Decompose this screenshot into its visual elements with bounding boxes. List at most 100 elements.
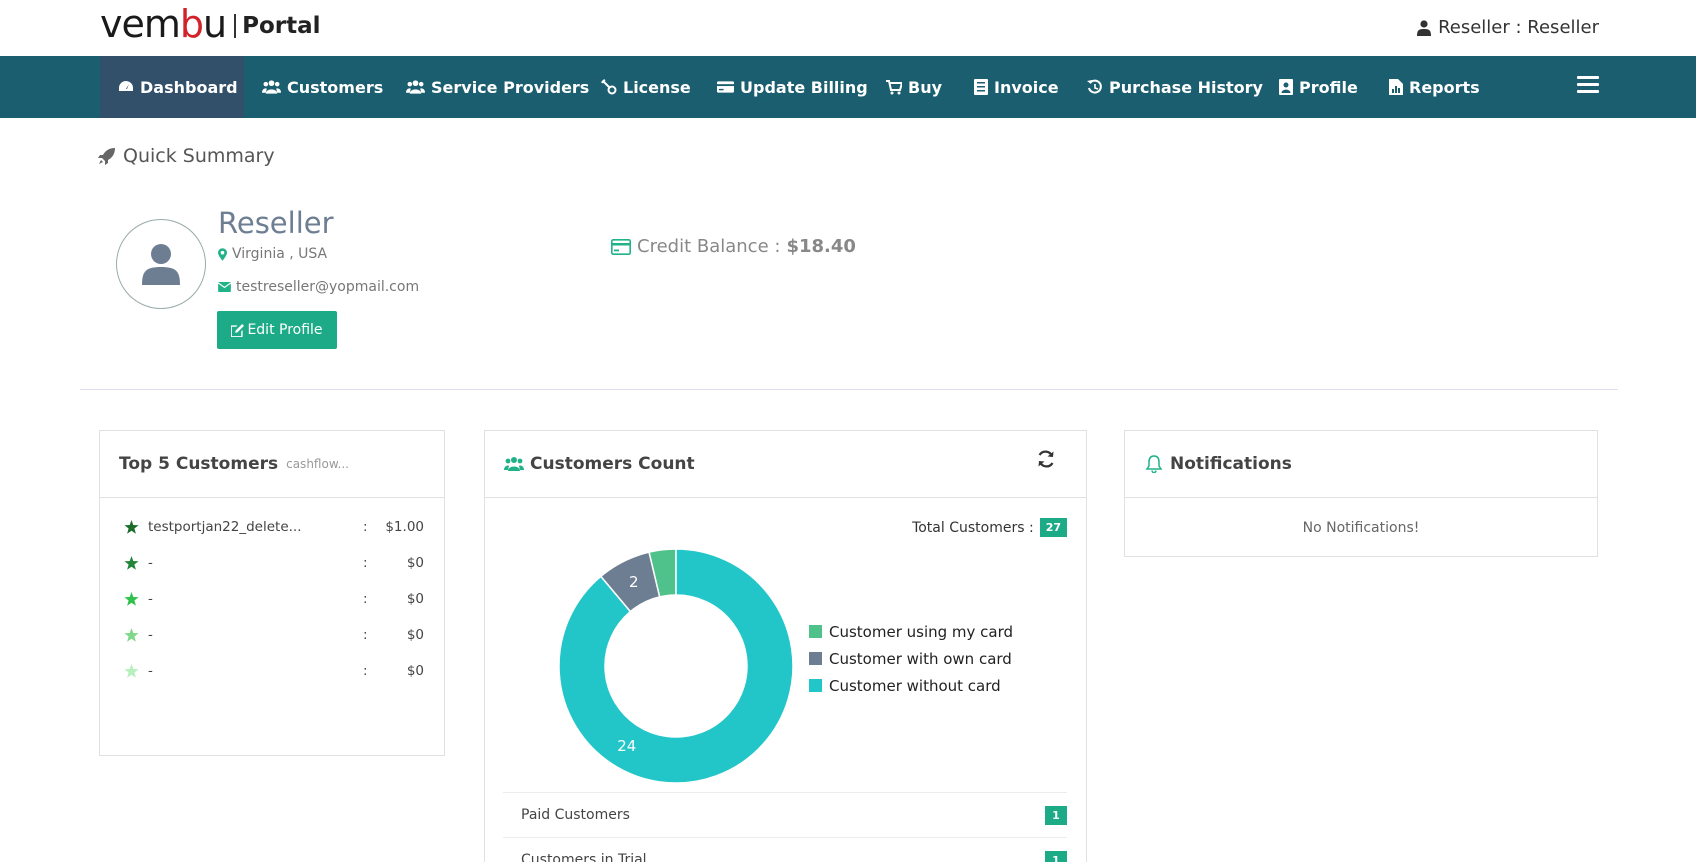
top5-separator: : [363, 519, 368, 535]
top5-row[interactable]: -: $0 [124, 553, 424, 573]
dashboard-icon [119, 81, 133, 91]
avatar [116, 219, 206, 309]
nav-profile[interactable]: Profile [1279, 56, 1358, 118]
top5-customer-value: $0 [406, 591, 424, 607]
section-divider [80, 389, 1618, 390]
credit-card-icon [717, 81, 734, 93]
nav-customers-label: Customers [287, 77, 384, 97]
nav-reports[interactable]: Reports [1389, 56, 1480, 118]
top5-row[interactable]: testportjan22_delete...: $1.00 [124, 517, 424, 537]
nav-dashboard-label: Dashboard [140, 77, 238, 97]
legend-label: Customer using my card [829, 622, 1014, 641]
top5-subtitle[interactable]: cashflow... [286, 457, 349, 471]
legend-item-without-card[interactable]: Customer without card [809, 672, 1013, 699]
top5-customer-name: - [148, 555, 153, 571]
credit-balance: Credit Balance : $18.40 [611, 236, 856, 257]
credit-balance-label: Credit Balance : [637, 236, 781, 257]
legend-label: Customer without card [829, 676, 1001, 695]
nav-purchase-history[interactable]: Purchase History [1087, 56, 1263, 118]
customers-count-header: Customers Count [485, 431, 1086, 498]
users-icon [406, 80, 425, 94]
notifications-title: Notifications [1170, 454, 1292, 474]
chart-legend: Customer using my card Customer with own… [809, 618, 1013, 699]
profile-location-text: Virginia , USA [232, 246, 328, 262]
notifications-panel: Notifications No Notifications! [1124, 430, 1598, 557]
logo-divider [234, 14, 237, 38]
edit-profile-button[interactable]: Edit Profile [217, 311, 337, 349]
top-header: vembu Portal Reseller : Reseller [0, 0, 1696, 56]
nav-service-providers-label: Service Providers [431, 77, 590, 97]
legend-swatch [809, 679, 822, 692]
profile-icon [1279, 79, 1293, 95]
bell-icon [1145, 455, 1163, 473]
top5-panel-header: Top 5 Customers cashflow... [100, 431, 444, 498]
star-icon [124, 591, 139, 606]
refresh-icon[interactable] [1036, 449, 1056, 469]
profile-location: Virginia , USA [218, 246, 327, 262]
credit-card-icon [611, 238, 631, 255]
quick-summary-title: Quick Summary [98, 145, 275, 167]
rocket-icon [98, 148, 115, 165]
trial-customers-label: Customers in Trial [521, 852, 647, 862]
nav-buy[interactable]: Buy [886, 56, 942, 118]
nav-dashboard[interactable]: Dashboard [100, 56, 244, 118]
quick-summary-label: Quick Summary [123, 145, 275, 167]
nav-customers[interactable]: Customers [262, 56, 383, 118]
top5-customer-name: testportjan22_delete... [148, 519, 302, 535]
top5-separator: : [363, 663, 368, 679]
nav-service-providers[interactable]: Service Providers [406, 56, 589, 118]
trial-customers-row[interactable]: Customers in Trial 1 [503, 837, 1067, 862]
logo-portal-text: Portal [242, 13, 321, 39]
users-icon [262, 80, 281, 94]
total-customers-label: Total Customers : [912, 519, 1034, 536]
top5-customer-value: $0 [406, 555, 424, 571]
paid-customers-label: Paid Customers [521, 807, 630, 823]
vembu-logo[interactable]: vembu Portal [100, 2, 321, 46]
top5-separator: : [363, 627, 368, 643]
nav-update-billing[interactable]: Update Billing [717, 56, 868, 118]
paid-customers-row[interactable]: Paid Customers 1 [503, 792, 1067, 837]
notifications-empty: No Notifications! [1302, 520, 1420, 536]
user-icon [1417, 19, 1432, 36]
profile-email: testreseller@yopmail.com [218, 279, 419, 295]
top5-row[interactable]: -: $0 [124, 625, 424, 645]
top5-customer-name: - [148, 627, 153, 643]
star-icon [124, 627, 139, 642]
notifications-header: Notifications [1125, 431, 1597, 498]
top5-customer-value: $0 [406, 627, 424, 643]
top5-title: Top 5 Customers [119, 454, 279, 474]
report-icon [1389, 79, 1403, 95]
edit-profile-label: Edit Profile [247, 322, 323, 338]
top5-customer-value: $0 [406, 663, 424, 679]
edit-icon [231, 323, 245, 337]
map-marker-icon [218, 247, 227, 261]
top5-row[interactable]: -: $0 [124, 661, 424, 681]
legend-item-own-card[interactable]: Customer with own card [809, 645, 1013, 672]
legend-item-using-my-card[interactable]: Customer using my card [809, 618, 1013, 645]
star-icon [124, 663, 139, 678]
top5-separator: : [363, 555, 368, 571]
slice-data-label: 24 [617, 737, 636, 755]
profile-name: Reseller [218, 206, 334, 240]
top5-customers-panel: Top 5 Customers cashflow... testportjan2… [99, 430, 445, 756]
star-icon [124, 519, 139, 534]
profile-email-text: testreseller@yopmail.com [236, 279, 420, 295]
credit-balance-value: $18.40 [786, 236, 856, 257]
top5-customer-name: - [148, 663, 153, 679]
customers-count-title: Customers Count [530, 454, 695, 474]
star-icon [124, 555, 139, 570]
nav-buy-label: Buy [908, 77, 943, 97]
customers-donut-chart: 2 24 [558, 548, 794, 784]
user-avatar-icon [142, 244, 180, 285]
nav-update-billing-label: Update Billing [740, 77, 868, 97]
slice-without-card[interactable] [558, 548, 794, 784]
hamburger-menu-icon[interactable] [1577, 76, 1599, 94]
nav-invoice[interactable]: Invoice [974, 56, 1059, 118]
nav-purchase-history-label: Purchase History [1109, 77, 1263, 97]
top5-customer-value: $1.00 [385, 519, 424, 535]
top5-row[interactable]: -: $0 [124, 589, 424, 609]
legend-swatch [809, 652, 822, 665]
user-menu[interactable]: Reseller : Reseller [1417, 17, 1599, 38]
nav-license-label: License [623, 77, 691, 97]
nav-license[interactable]: License [601, 56, 691, 118]
